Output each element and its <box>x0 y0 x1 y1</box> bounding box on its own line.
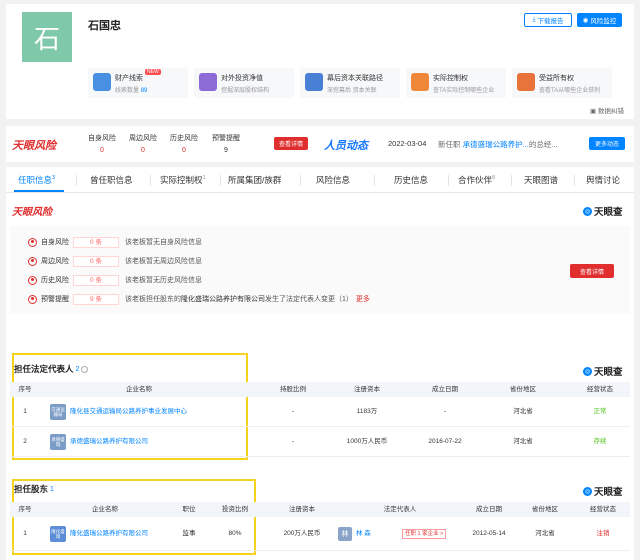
tab-history[interactable]: 历史信息 <box>394 174 428 186</box>
risk-monitor-label: 风险监控 <box>590 18 617 25</box>
eye-icon: ◎ <box>583 206 592 216</box>
feature-title: 幕后资本关联路径 <box>327 75 383 82</box>
risk-detail-box: 自身风险 0 条 该老板暂无自身风险信息 周边风险 0 条 该老板暂无周边风险信… <box>10 226 630 314</box>
company-logo: 隆化盛瑞 <box>50 526 66 542</box>
tab-former-positions[interactable]: 曾任职信息 <box>90 174 133 186</box>
status-badge: 存续 <box>593 438 607 445</box>
risk-section-title: 天眼风险 <box>12 207 52 218</box>
self-risk-icon <box>28 237 37 247</box>
news-company-link[interactable]: 承德盛瑞公路养护... <box>463 140 529 149</box>
news-date: 2022-03-04 <box>388 139 427 148</box>
feedback-icon: ▣ <box>590 108 597 115</box>
legal-rep-name[interactable]: 林 森 <box>356 517 371 551</box>
feature-beneficial-owner[interactable]: 受益所有权 查看TA从哪些企业获利 <box>512 68 612 98</box>
person-name: 石国忠 <box>88 20 121 32</box>
risk-count[interactable]: 0 条 <box>73 255 119 267</box>
tianyancha-logo: ◎ 天眼查 <box>583 206 623 218</box>
profile-tabs: 任职信息3 曾任职信息 实际控制权1 所属集团/族群 风险信息 历史信息 合作伙… <box>6 167 634 193</box>
risk-count[interactable]: 9 条 <box>73 293 119 305</box>
feature-subtitle: 查看TA从哪些企业获利 <box>539 88 601 94</box>
data-correction-link[interactable]: ▣ 数据纠错 <box>590 105 624 115</box>
control-icon <box>411 73 429 91</box>
feature-subtitle: 线索数量 89 <box>115 88 148 94</box>
eye-icon: ◎ <box>583 366 592 376</box>
table-row: 2 承德盛瑞 承德盛瑞公路养护有限公司 - 1000万人民币 2016-07-2… <box>10 427 630 457</box>
feature-title: 财产线索 <box>115 75 143 82</box>
risk-surrounding-summary[interactable]: 周边风险 0 <box>123 133 163 154</box>
feature-subtitle: 挖掘深层股权结构 <box>221 88 270 94</box>
feature-investment[interactable]: 对外投资净值 挖掘深层股权结构 <box>194 68 294 98</box>
news-text: 新任职 承德盛瑞公路养护...的总经... <box>438 140 558 149</box>
tab-graph[interactable]: 天眼图谱 <box>524 174 558 186</box>
feature-subtitle: 查TA实际控制哪些企业 <box>433 88 495 94</box>
company-name-link[interactable]: 承德盛瑞公路养护有限公司 <box>70 427 148 457</box>
warning-more-link[interactable]: 更多 <box>356 294 370 304</box>
tianyan-risk-logo: 天眼风险 <box>12 140 56 152</box>
feature-subtitle: 深挖幕后 资本关联 <box>327 88 377 94</box>
tab-risk-info[interactable]: 风险信息 <box>316 174 350 186</box>
status-badge: 正常 <box>593 408 607 415</box>
surrounding-risk-icon <box>28 256 37 266</box>
new-badge: NEW <box>145 69 161 75</box>
download-report-button[interactable]: ⤓ 下载报告 <box>524 13 572 27</box>
risk-self-summary[interactable]: 自身风险 0 <box>82 133 122 154</box>
investment-icon <box>199 73 217 91</box>
person-news-logo: 人员动态 <box>324 140 368 152</box>
profile-header: 石 石国忠 ⤓ 下载报告 ◉ 风险监控 财产线索 NEW 线索数量 89 对外投… <box>6 4 634 119</box>
company-logo: 承德盛瑞 <box>50 434 66 450</box>
risk-count[interactable]: 0 条 <box>73 274 119 286</box>
info-icon <box>81 365 89 373</box>
feature-actual-control[interactable]: 实际控制权 查TA实际控制哪些企业 <box>406 68 506 98</box>
legal-rep-avatar: 林 <box>338 527 352 541</box>
download-icon: ⤓ <box>532 16 536 23</box>
tab-actual-control[interactable]: 实际控制权1 <box>160 174 206 186</box>
warning-icon <box>28 294 37 304</box>
legal-rep-tag[interactable]: 任职 1 家企业 > <box>402 529 447 539</box>
company-name-link[interactable]: 隆化盛瑞公路养护有限公司 <box>70 517 148 551</box>
risk-row-history: 历史风险 0 条 该老板暂无历史风险信息 <box>28 274 202 286</box>
risk-row-warning: 预警提醒 9 条 该老板担任股东的隆化盛瑞公路养护有限公司发生了法定代表人变更（… <box>28 293 370 305</box>
tab-positions[interactable]: 任职信息3 <box>18 174 55 186</box>
risk-monitor-button[interactable]: ◉ 风险监控 <box>577 13 622 27</box>
feature-property-clues[interactable]: 财产线索 NEW 线索数量 89 <box>88 68 188 98</box>
legal-rep-table-header: 序号 企业名称 持股比例 注册资本 成立日期 省份地区 经营状态 <box>10 382 630 397</box>
main-content: 天眼风险 ◎ 天眼查 自身风险 0 条 该老板暂无自身风险信息 周边风险 0 条 … <box>6 193 634 560</box>
download-report-label: 下载报告 <box>537 18 564 25</box>
table-row: 1 交通运输局 隆化县交通运输局公路养护事业发展中心 - 1183万 - 河北省… <box>10 397 630 427</box>
tab-group[interactable]: 所属集团/族群 <box>228 174 281 186</box>
feature-title: 受益所有权 <box>539 75 574 82</box>
shareholder-title: 担任股东 1 <box>14 484 54 494</box>
monitor-icon: ◉ <box>582 17 589 24</box>
tab-partners[interactable]: 合作伙伴8 <box>458 174 495 186</box>
capital-path-icon <box>305 73 323 91</box>
warning-company[interactable]: 隆化盛瑞公路养护有限公司 <box>181 296 265 303</box>
feature-title: 对外投资净值 <box>221 75 263 82</box>
feature-title: 实际控制权 <box>433 75 468 82</box>
eye-icon: ◎ <box>583 486 592 496</box>
shareholder-table-header: 序号 企业名称 职位 投资比例 注册资本 法定代表人 成立日期 省份地区 经营状… <box>10 502 630 517</box>
history-risk-icon <box>28 275 37 285</box>
risk-detail-button[interactable]: 查看详情 <box>274 137 308 150</box>
risk-row-surrounding: 周边风险 0 条 该老板暂无周边风险信息 <box>28 255 202 267</box>
table-row: 1 隆化盛瑞 隆化盛瑞公路养护有限公司 监事 80% 200万人民币 林 林 森… <box>10 517 630 551</box>
beneficiary-icon <box>517 73 535 91</box>
tianyancha-logo: ◎ 天眼查 <box>583 366 623 378</box>
avatar: 石 <box>22 12 72 62</box>
company-logo: 交通运输局 <box>50 404 66 420</box>
risk-row-self: 自身风险 0 条 该老板暂无自身风险信息 <box>28 236 202 248</box>
risk-summary-strip: 天眼风险 自身风险 0 周边风险 0 历史风险 0 预警提醒 9 查看详情 人员动态 2… <box>6 126 634 162</box>
status-badge: 注销 <box>596 530 610 537</box>
feature-capital-path[interactable]: 幕后资本关联路径 深挖幕后 资本关联 <box>300 68 400 98</box>
property-icon <box>93 73 111 91</box>
risk-history-summary[interactable]: 历史风险 0 <box>164 133 204 154</box>
active-tab-indicator <box>14 190 64 192</box>
company-name-link[interactable]: 隆化县交通运输局公路养护事业发展中心 <box>70 397 187 427</box>
more-news-button[interactable]: 更多动态 <box>589 137 625 150</box>
risk-box-detail-button[interactable]: 查看详情 <box>570 264 614 278</box>
risk-warning-summary[interactable]: 预警提醒 9 <box>206 133 246 154</box>
tab-public-opinion[interactable]: 舆情讨论 <box>586 174 620 186</box>
risk-count[interactable]: 0 条 <box>73 236 119 248</box>
legal-rep-title: 担任法定代表人 2 <box>14 363 89 375</box>
tianyancha-logo: ◎ 天眼查 <box>583 486 623 498</box>
